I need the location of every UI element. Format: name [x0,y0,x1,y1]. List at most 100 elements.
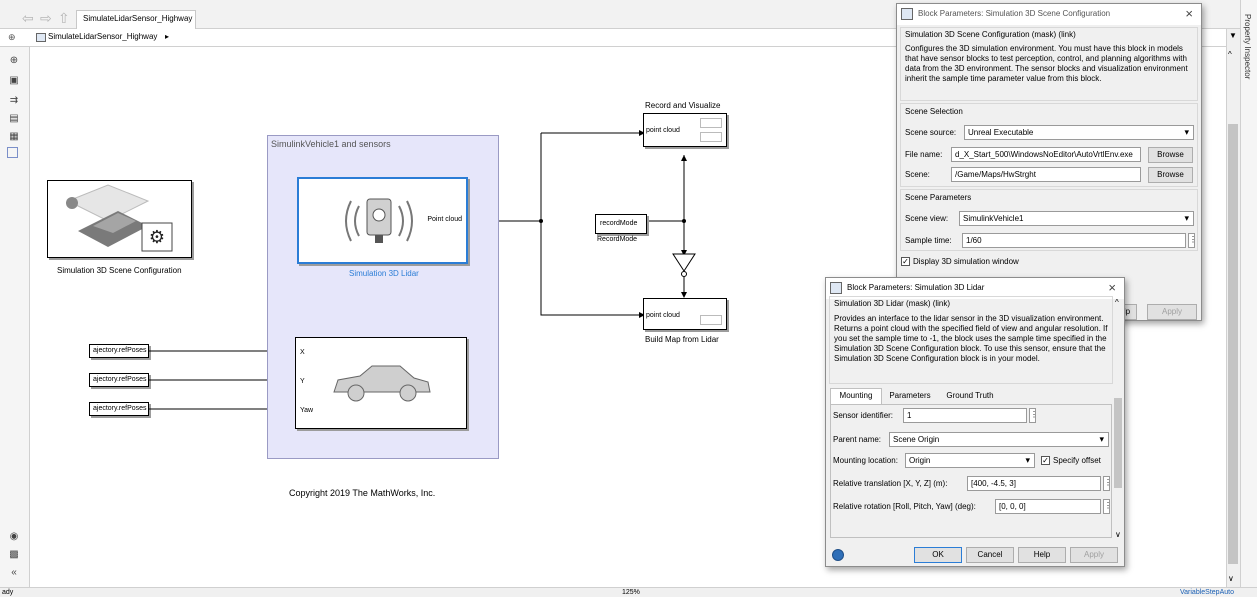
scroll-up-icon[interactable]: ^ [1228,50,1232,59]
sensor-id-field[interactable]: 1 [903,408,1027,423]
build-port-label: point cloud [646,312,680,319]
tab-mounting[interactable]: Mounting [830,388,882,404]
scene-label: Scene: [905,170,930,179]
mounting-location-select[interactable]: Origin [905,453,1035,468]
build-slot [700,315,722,325]
record-mode-block[interactable]: recordMode [595,214,647,234]
scene-parameters-group: Scene Parameters Scene view: SimulinkVeh… [900,189,1198,251]
scene-apply-button[interactable]: Apply [1147,304,1197,320]
forward-arrow-icon[interactable]: ⇨ [40,10,52,27]
sensor-id-label: Sensor identifier: [833,411,894,420]
browse-scene-button[interactable]: Browse [1148,167,1193,183]
scene-selection-title: Scene Selection [905,107,963,116]
build-map-label: Build Map from Lidar [645,335,719,344]
simulink-icon [901,8,913,20]
description-group: Simulation 3D Scene Configuration (mask)… [900,27,1198,101]
record-port-label: point cloud [646,127,680,134]
rel-translation-field[interactable]: [400, -4.5, 3] [967,476,1101,491]
build-map-block[interactable]: point cloud [643,298,727,330]
status-ready: ady [2,589,14,596]
more-options-icon[interactable]: ⋮ [1103,499,1112,514]
annotation-icon[interactable]: ▤ [7,113,21,125]
mounting-location-label: Mounting location: [833,456,898,465]
scene-field[interactable]: /Game/Maps/HwStrght [951,167,1141,182]
lidar-block[interactable]: Point cloud [297,177,468,264]
mask-header: Simulation 3D Scene Configuration (mask)… [905,30,1076,39]
close-icon[interactable]: × [1108,280,1116,295]
vehicle-port-yaw: Yaw [300,407,314,414]
model-browser-icon[interactable]: ▩ [7,549,21,561]
sample-time-label: Sample time: [905,236,952,245]
property-inspector-tab[interactable] [1240,0,1257,587]
cancel-button[interactable]: Cancel [966,547,1014,563]
fit-view-icon[interactable]: ▣ [7,75,21,87]
display-window-checkbox[interactable]: ✓ [901,257,910,266]
simulink-icon [830,282,842,294]
apply-button[interactable]: Apply [1070,547,1118,563]
dropdown-icon[interactable]: ▼ [1229,31,1237,40]
record-mode-label: RecordMode [597,236,638,243]
record-slot [700,118,722,128]
scene-view-select[interactable]: SimulinkVehicle1 [959,211,1194,226]
scene-view-label: Scene view: [905,214,949,223]
tab-parameters[interactable]: Parameters [884,390,936,404]
dialog-title: Block Parameters: Simulation 3D Lidar [847,283,985,292]
lidar-dialog: Block Parameters: Simulation 3D Lidar × … [825,277,1125,567]
scene-selection-group: Scene Selection Scene source: Unreal Exe… [900,103,1198,187]
parent-name-label: Parent name: [833,435,882,444]
chevron-right-icon[interactable]: ▸ [165,32,169,41]
collapse-icon[interactable]: « [7,567,21,579]
dialog-title: Block Parameters: Simulation 3D Scene Co… [918,9,1111,18]
rel-translation-label: Relative translation [X, Y, Z] (m): [833,479,948,488]
help-button[interactable]: Help [1018,547,1066,563]
scene-config-dialog: Block Parameters: Simulation 3D Scene Co… [896,3,1202,321]
lidar-port-label: Point cloud [427,216,462,223]
up-arrow-icon[interactable]: ⇧ [58,10,70,27]
parent-name-select[interactable]: Scene Origin [889,432,1109,447]
display-window-label: Display 3D simulation window [913,257,1019,266]
property-inspector-label: Property Inspector [1243,14,1252,80]
copyright-text: Copyright 2019 The MathWorks, Inc. [289,488,436,498]
status-bar: ady 125% VariableStepAuto [0,587,1257,597]
tab-ground-truth[interactable]: Ground Truth [938,390,1002,404]
record-visualize-block[interactable]: point cloud [643,113,727,147]
record-slot [700,132,722,142]
area-icon[interactable] [7,147,18,158]
scroll-down-icon[interactable]: ∨ [1115,530,1121,539]
tab-model[interactable]: SimulateLidarSensor_Highway [76,10,196,29]
solver-status[interactable]: VariableStepAuto [1180,589,1234,596]
trajectory-lines [149,350,176,410]
back-arrow-icon[interactable]: ⇦ [22,10,34,27]
file-name-label: File name: [905,150,943,159]
lidar-block-label: Simulation 3D Lidar [349,269,419,278]
more-options-icon[interactable]: ⋮ [1029,408,1038,423]
arrow-icon[interactable]: ⇉ [7,95,21,107]
more-options-icon[interactable]: ⋮ [1103,476,1112,491]
specify-offset-label: Specify offset [1053,456,1101,465]
specify-offset-checkbox[interactable]: ✓ [1041,456,1050,465]
scene-source-select[interactable]: Unreal Executable [964,125,1194,140]
file-name-field[interactable]: d_X_Start_500\WindowsNoEditor\AutoVrtlEn… [951,147,1141,162]
scroll-down-icon[interactable]: ∨ [1228,574,1234,583]
zoom-icon[interactable]: ⊕ [7,55,21,67]
close-icon[interactable]: × [1185,6,1193,21]
dialog-scrollbar-thumb[interactable] [1114,398,1122,488]
rel-rotation-label: Relative rotation [Roll, Pitch, Yaw] (de… [833,502,976,511]
vehicle-block[interactable]: X Y Yaw [295,337,467,429]
scene-source-label: Scene source: [905,128,957,137]
tool-palette: ⊕ ▣ ⇉ ▤ ▦ ◉ ▩ « [0,47,30,587]
dialog-titlebar: Block Parameters: Simulation 3D Scene Co… [897,4,1201,25]
help-globe-icon[interactable] [832,549,844,561]
breadcrumb-model[interactable]: SimulateLidarSensor_Highway [48,32,157,41]
browse-file-button[interactable]: Browse [1148,147,1193,163]
more-options-icon[interactable]: ⋮ [1188,233,1197,248]
sample-time-field[interactable]: 1/60 [962,233,1186,248]
scene-parameters-title: Scene Parameters [905,193,972,202]
scroll-up-icon[interactable]: ^ [1115,298,1119,307]
scrollbar-thumb[interactable] [1228,124,1238,564]
camera-icon[interactable]: ◉ [7,531,21,543]
hide-explorer-icon[interactable]: ⊕ [8,32,16,43]
rel-rotation-field[interactable]: [0, 0, 0] [995,499,1101,514]
image-icon[interactable]: ▦ [7,131,21,143]
ok-button[interactable]: OK [914,547,962,563]
